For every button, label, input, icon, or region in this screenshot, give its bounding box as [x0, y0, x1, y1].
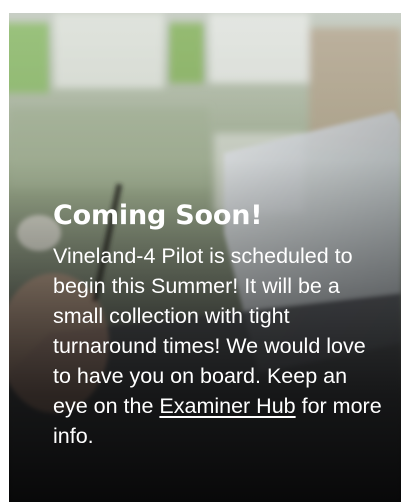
promo-card: Coming Soon! Vineland-4 Pilot is schedul…: [9, 13, 401, 502]
promo-title: Coming Soon!: [53, 200, 263, 231]
promo-content: Coming Soon! Vineland-4 Pilot is schedul…: [53, 199, 383, 451]
promo-body-text: Vineland-4 Pilot is scheduled to begin t…: [53, 244, 366, 418]
promo-body: Vineland-4 Pilot is scheduled to begin t…: [53, 241, 383, 451]
examiner-hub-link[interactable]: Examiner Hub: [159, 394, 295, 418]
